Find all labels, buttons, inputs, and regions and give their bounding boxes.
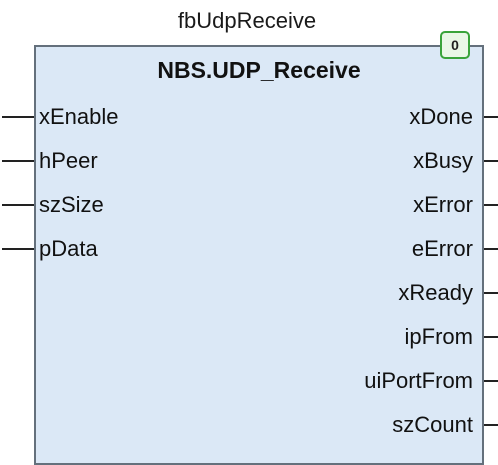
instance-name[interactable]: fbUdpReceive — [36, 8, 458, 34]
output-pin-line[interactable] — [484, 160, 498, 162]
output-pin-xdone: xDone — [409, 104, 473, 129]
output-pin-xready: xReady — [398, 280, 473, 305]
output-pin-line[interactable] — [484, 424, 498, 426]
input-pin-pdata: pData — [39, 236, 98, 261]
input-pin-hpeer: hPeer — [39, 148, 98, 173]
execution-order-badge[interactable]: 0 — [440, 31, 470, 59]
output-pin-xbusy: xBusy — [413, 148, 473, 173]
input-pin-line[interactable] — [2, 116, 34, 118]
input-pin-line[interactable] — [2, 248, 34, 250]
output-pin-uiportfrom: uiPortFrom — [364, 368, 473, 393]
output-pin-line[interactable] — [484, 380, 498, 382]
output-pin-szcount: szCount — [392, 412, 473, 437]
output-pin-xerror: xError — [413, 192, 473, 217]
input-pin-szsize: szSize — [39, 192, 104, 217]
output-pin-ipfrom: ipFrom — [404, 324, 473, 349]
output-pin-line[interactable] — [484, 248, 498, 250]
input-pin-line[interactable] — [2, 204, 34, 206]
output-pin-line[interactable] — [484, 336, 498, 338]
output-pin-eerror: eError — [411, 236, 473, 261]
input-pin-xenable: xEnable — [39, 104, 119, 129]
output-pin-line[interactable] — [484, 292, 498, 294]
output-pin-line[interactable] — [484, 204, 498, 206]
block-type-name: NBS.UDP_Receive — [157, 57, 361, 83]
input-pin-line[interactable] — [2, 160, 34, 162]
output-pin-line[interactable] — [484, 116, 498, 118]
